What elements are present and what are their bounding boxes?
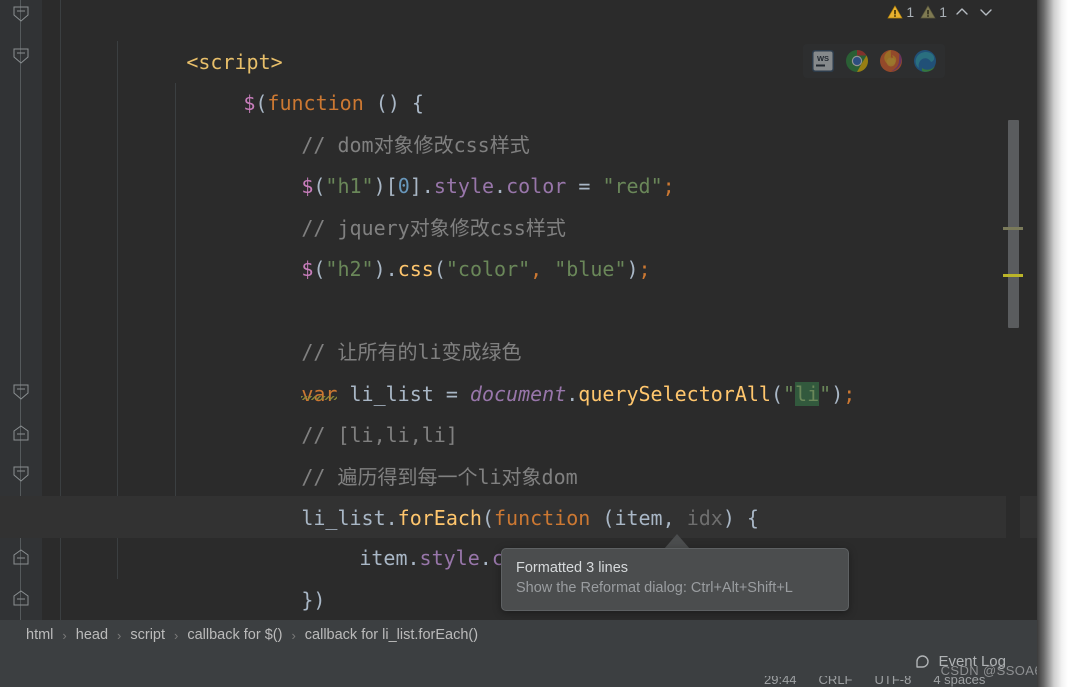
browser-preview-strip[interactable]: WS	[803, 44, 945, 78]
code-token-string: "color"	[445, 257, 531, 281]
code-line[interactable]: $("h1")[0].style.color = "red";	[205, 125, 674, 198]
warning-count: 1	[906, 4, 915, 20]
code-token-semicolon: ;	[638, 257, 651, 281]
code-token-punc: ) {	[722, 506, 759, 530]
code-line[interactable]: li_list.forEach(function (item, idx) {	[205, 457, 759, 530]
code-token-semicolon: ;	[843, 381, 856, 406]
weak-warning-marker[interactable]	[1003, 227, 1023, 230]
code-line[interactable]: });	[147, 580, 279, 621]
code-editor[interactable]: <script> $(function () { // dom对象修改css样式…	[0, 0, 1037, 620]
code-token-punc: (	[313, 257, 326, 281]
code-token-identifier: item	[359, 545, 408, 570]
code-line-blank[interactable]	[205, 249, 217, 291]
breadcrumb-separator-icon: ›	[291, 627, 296, 643]
caret-position-indicator[interactable]: 29:44	[764, 676, 797, 687]
fold-marker-collapse-icon[interactable]	[12, 466, 30, 482]
code-token-string: "blue"	[554, 257, 627, 281]
code-token-dollar: $	[301, 257, 314, 281]
code-token-punc: .	[479, 545, 492, 570]
code-token-punc: )	[626, 257, 639, 281]
weak-warning-triangle-icon	[920, 5, 936, 19]
encoding-indicator[interactable]: UTF-8	[875, 676, 912, 687]
code-token-punc	[542, 257, 554, 281]
next-highlight-chevron-down-icon[interactable]	[977, 3, 995, 21]
breadcrumb-separator-icon: ›	[62, 627, 67, 643]
code-token-punc: .	[407, 545, 420, 570]
code-token-highlighted-string: li	[795, 381, 820, 406]
code-line[interactable]: // 让所有的li变成绿色	[205, 291, 521, 364]
code-token-blank	[205, 257, 217, 281]
code-line-active[interactable]: item.style.color = "green";	[263, 496, 686, 570]
code-line[interactable]: // dom对象修改css样式	[205, 83, 529, 157]
fold-marker-region-icon[interactable]	[12, 425, 30, 441]
reformat-tooltip: Formatted 3 lines Show the Reformat dial…	[501, 548, 849, 611]
tooltip-hint: Show the Reformat dialog: Ctrl+Alt+Shift…	[516, 580, 793, 596]
fold-marker-collapse-icon[interactable]	[12, 384, 30, 400]
fold-marker-collapse-icon[interactable]	[12, 6, 30, 22]
code-token-punc: =	[566, 174, 603, 198]
firefox-icon[interactable]	[879, 49, 903, 73]
warning-triangle-icon	[887, 5, 904, 19]
previous-highlight-chevron-up-icon[interactable]	[953, 3, 971, 21]
breadcrumb-item-callback-dollar[interactable]: callback for $()	[187, 627, 282, 643]
svg-text:WS: WS	[817, 54, 829, 63]
event-log-icon	[916, 655, 930, 668]
fold-marker-region-icon[interactable]	[12, 590, 30, 606]
code-token-punc: )	[831, 381, 844, 406]
scrollbar-thumb[interactable]	[1008, 120, 1019, 328]
inspection-widget[interactable]: 1 1	[887, 0, 995, 24]
code-token-property: style	[419, 545, 480, 570]
warning-marker[interactable]	[1003, 274, 1023, 277]
code-token-function: querySelectorAll	[578, 381, 771, 406]
fold-marker-collapse-icon[interactable]	[12, 48, 30, 64]
code-token-string: "	[783, 381, 796, 406]
code-token-unused-param: idx	[686, 506, 723, 530]
code-token-semicolon: ;	[662, 174, 675, 198]
code-token-string: "h2"	[325, 257, 374, 281]
breadcrumb-item-head[interactable]: head	[76, 627, 108, 643]
line-separator-indicator[interactable]: CRLF	[819, 676, 853, 687]
code-line[interactable]: <script>	[90, 0, 282, 74]
code-line[interactable]: // jquery对象修改css样式	[205, 166, 566, 240]
weak-warning-count: 1	[939, 4, 947, 20]
breadcrumb-item-script[interactable]: script	[130, 627, 165, 643]
code-line[interactable]: $(function () {	[147, 42, 424, 115]
code-token-string: "	[819, 381, 832, 406]
chrome-icon[interactable]	[845, 49, 869, 73]
code-surface[interactable]: <script> $(function () { // dom对象修改css样式…	[0, 0, 1037, 621]
code-token-punc: .	[566, 381, 579, 406]
code-line[interactable]: // 遍历得到每一个li对象dom	[205, 415, 577, 489]
ide-window: <script> $(function () { // dom对象修改css样式…	[0, 0, 1068, 687]
code-token-punc: })	[301, 587, 326, 612]
tooltip-arrow	[664, 534, 690, 549]
code-token-punc: (	[433, 257, 446, 281]
webstorm-icon[interactable]: WS	[811, 49, 835, 73]
code-token-punc: ).	[373, 257, 398, 281]
page-edge-gradient	[1037, 0, 1068, 687]
code-line[interactable]: // [li,li,li]	[205, 374, 458, 447]
status-bar-indicators[interactable]: 29:44 CRLF UTF-8 4 spaces	[0, 676, 1037, 687]
code-line[interactable]: var li_list = document.querySelectorAll(…	[205, 332, 855, 406]
code-token-function: css	[397, 257, 434, 281]
fold-marker-region-icon[interactable]	[12, 549, 30, 565]
breadcrumb-item-callback-foreach[interactable]: callback for li_list.forEach()	[305, 627, 478, 643]
weak-warning-indicator[interactable]: 1	[920, 4, 947, 20]
code-token-string: "red"	[602, 174, 663, 198]
code-line[interactable]: })	[205, 538, 325, 612]
breadcrumb-item-html[interactable]: html	[26, 627, 53, 643]
code-token-comma: ,	[530, 257, 543, 281]
edge-icon[interactable]	[913, 49, 937, 73]
breadcrumb[interactable]: html › head › script › callback for $() …	[0, 620, 1037, 650]
code-token-global: document	[469, 381, 567, 406]
code-line[interactable]: $("h2").css("color", "blue");	[205, 208, 650, 281]
warning-indicator[interactable]: 1	[887, 4, 914, 20]
breadcrumb-separator-icon: ›	[117, 627, 122, 643]
tooltip-title: Formatted 3 lines	[516, 560, 629, 576]
csdn-watermark: CSDN @SSOA6	[940, 663, 1042, 678]
code-token-punc: (	[770, 381, 783, 406]
breadcrumb-separator-icon: ›	[174, 627, 179, 643]
